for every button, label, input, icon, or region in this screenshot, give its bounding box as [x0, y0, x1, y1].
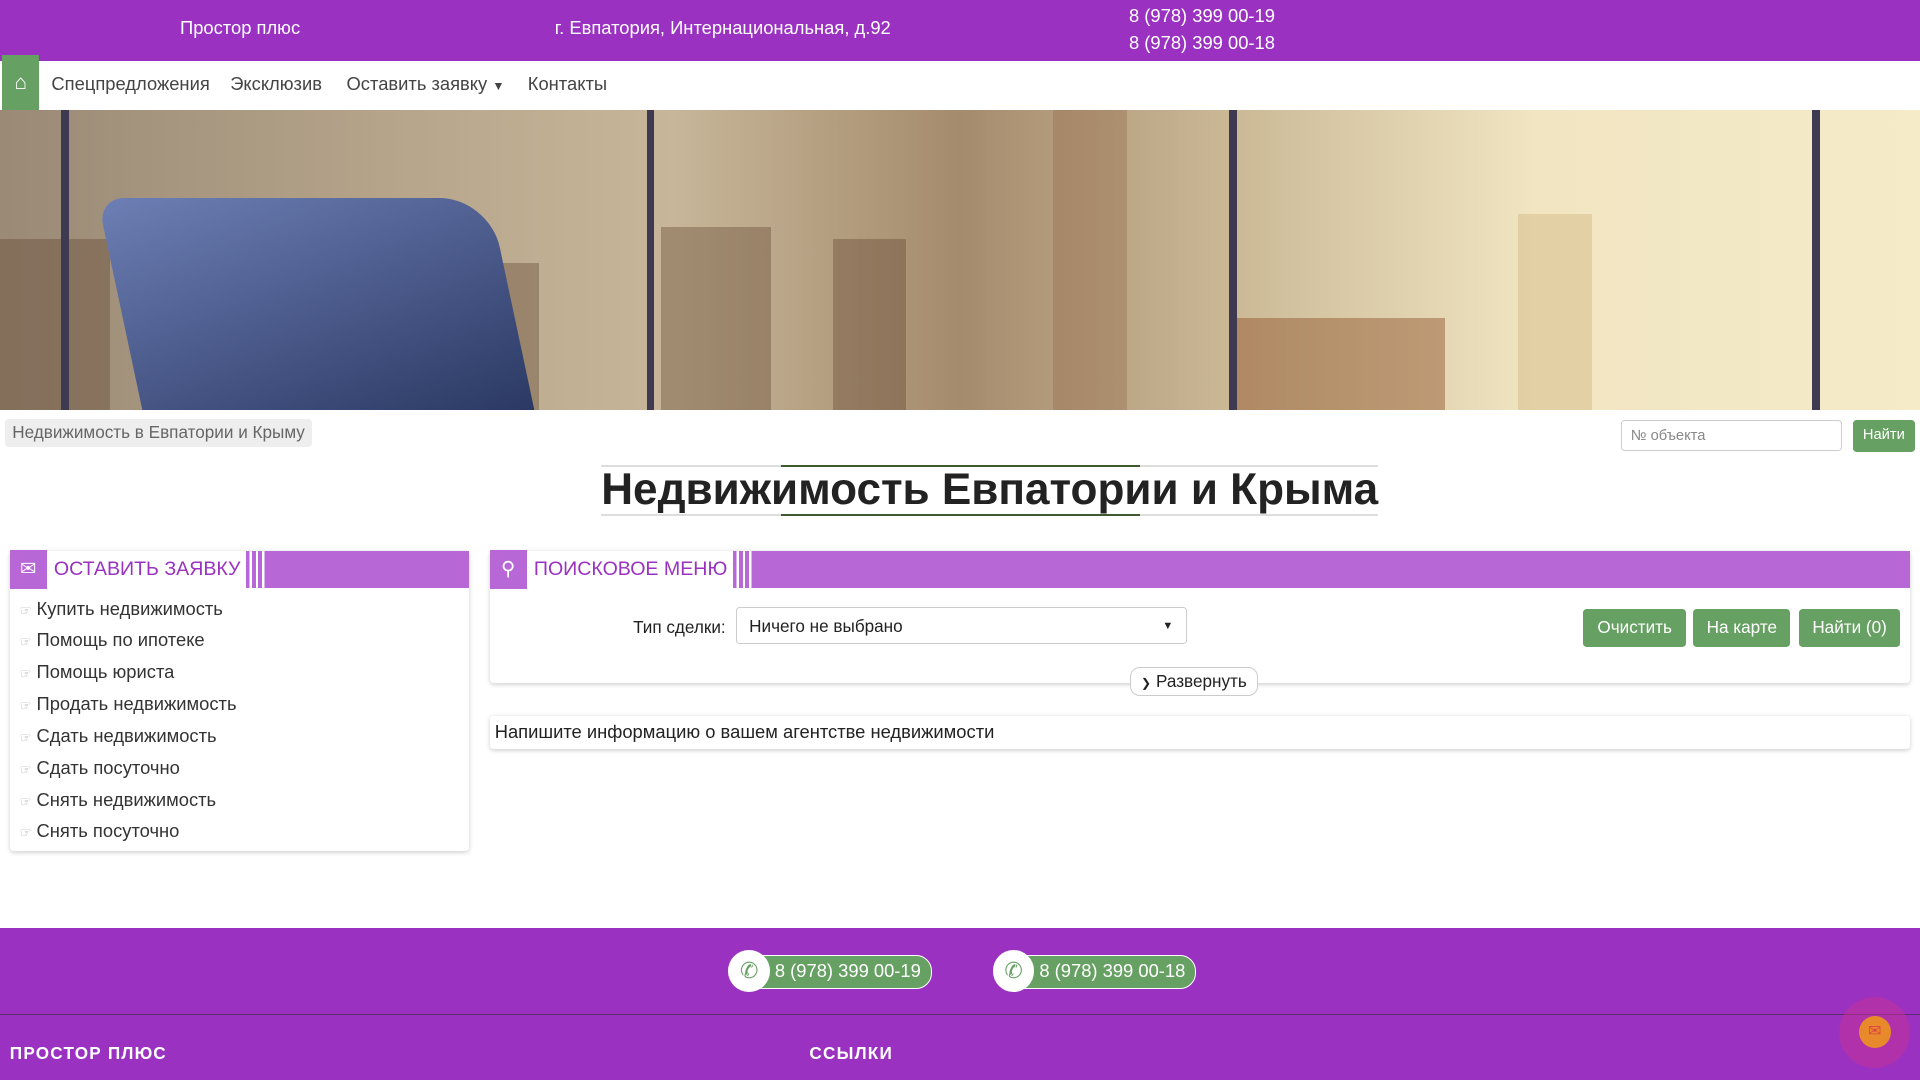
hand-pointer-icon: ☞ [19, 793, 32, 809]
request-item[interactable]: ☞ Помощь по ипотеке [20, 629, 205, 651]
hand-pointer-icon: ☞ [19, 761, 32, 777]
request-item[interactable]: ☞ Продать недвижимость [20, 693, 237, 715]
chat-widget-button[interactable]: ✉ [1839, 996, 1911, 1068]
breadcrumb[interactable]: Недвижимость в Евпатории и Крыму [4, 418, 313, 448]
request-item[interactable]: ☞ Сдать посуточно [20, 757, 180, 779]
caret-down-icon: ▼ [1162, 620, 1174, 633]
company-name: Простор плюс [180, 17, 301, 39]
object-number-input[interactable]: № объекта [1621, 420, 1842, 451]
phone-icon: ✆ [992, 949, 1035, 992]
search-panel: ⚲ ПОИСКОВОЕ МЕНЮ Тип сделки: Ничего не в… [489, 549, 1911, 697]
home-button[interactable]: ⌂ [2, 55, 40, 111]
footer-phone-2[interactable]: ✆ 8 (978) 399 00-18 [992, 949, 1197, 992]
envelope-icon: ✉ [9, 549, 47, 589]
nav-special-offers[interactable]: Спецпредложения [51, 73, 209, 95]
request-panel-title: ОСТАВИТЬ ЗАЯВКУ [46, 551, 248, 588]
deal-type-select[interactable]: Ничего не выбрано ▼ [735, 607, 1187, 645]
hand-pointer-icon: ☞ [19, 729, 32, 745]
hero-banner [0, 110, 1920, 411]
find-button[interactable]: Найти (0) [1798, 608, 1901, 647]
nav-leave-request[interactable]: Оставить заявку ▼ [347, 73, 505, 95]
chevron-down-icon: ▼ [492, 79, 505, 94]
hand-pointer-icon: ☞ [19, 698, 32, 714]
clear-button[interactable]: Очистить [1583, 608, 1687, 647]
nav-contacts[interactable]: Контакты [528, 73, 607, 95]
phone-1[interactable]: 8 (978) 399 00-19 [1129, 5, 1275, 27]
hand-pointer-icon: ☞ [19, 666, 32, 682]
request-item[interactable]: ☞ Купить недвижимость [20, 598, 223, 620]
phone-2[interactable]: 8 (978) 399 00-18 [1129, 32, 1275, 54]
nav-leave-request-label: Оставить заявку [346, 73, 488, 95]
main-nav: ⌂ Спецпредложения Эксклюзив Оставить зая… [0, 55, 1920, 111]
home-icon: ⌂ [14, 70, 28, 94]
search-panel-title: ПОИСКОВОЕ МЕНЮ [526, 551, 735, 588]
map-button[interactable]: На карте [1693, 608, 1791, 647]
deal-type-label: Тип сделки: [633, 617, 726, 638]
chevron-down-icon: ❯ [1140, 676, 1152, 691]
request-item[interactable]: ☞ Сдать недвижимость [20, 725, 217, 747]
request-item[interactable]: ☞ Снять посуточно [20, 820, 180, 842]
footer-links-heading: ССЫЛКИ [809, 1043, 894, 1064]
expand-button[interactable]: ❯ Развернуть [1130, 667, 1258, 697]
nav-exclusive[interactable]: Эксклюзив [230, 73, 322, 95]
footer-phone-1[interactable]: ✆ 8 (978) 399 00-19 [728, 949, 932, 992]
hand-pointer-icon: ☞ [19, 825, 32, 841]
hand-pointer-icon: ☞ [19, 634, 32, 650]
request-item[interactable]: ☞ Помощь юриста [20, 661, 175, 683]
search-icon: ⚲ [489, 549, 527, 589]
mail-icon: ✉ [1858, 1016, 1891, 1049]
page-title: Недвижимость Евпатории и Крыма [601, 464, 1379, 517]
address: г. Евпатория, Интернациональная, д.92 [554, 17, 891, 39]
hand-pointer-icon: ☞ [19, 602, 32, 618]
top-bar: Простор плюс г. Евпатория, Интернационал… [0, 0, 1920, 62]
phone-icon: ✆ [728, 949, 770, 992]
laptop-image [97, 198, 539, 411]
object-find-button[interactable]: Найти [1852, 420, 1916, 452]
info-panel: Напишите информацию о вашем агентстве не… [489, 716, 1911, 750]
info-text: Напишите информацию о вашем агентстве не… [494, 721, 995, 743]
request-panel: ✉ ОСТАВИТЬ ЗАЯВКУ ☞ Купить недвижимость ☞… [9, 549, 469, 852]
footer-company-heading: ПРОСТОР ПЛЮС [9, 1043, 167, 1064]
request-item[interactable]: ☞ Снять недвижимость [20, 789, 217, 811]
page-title-text: Недвижимость Евпатории и Крыма [601, 465, 1379, 515]
footer: ✆ 8 (978) 399 00-19 ✆ 8 (978) 399 00-18 ПР… [0, 928, 1920, 1080]
